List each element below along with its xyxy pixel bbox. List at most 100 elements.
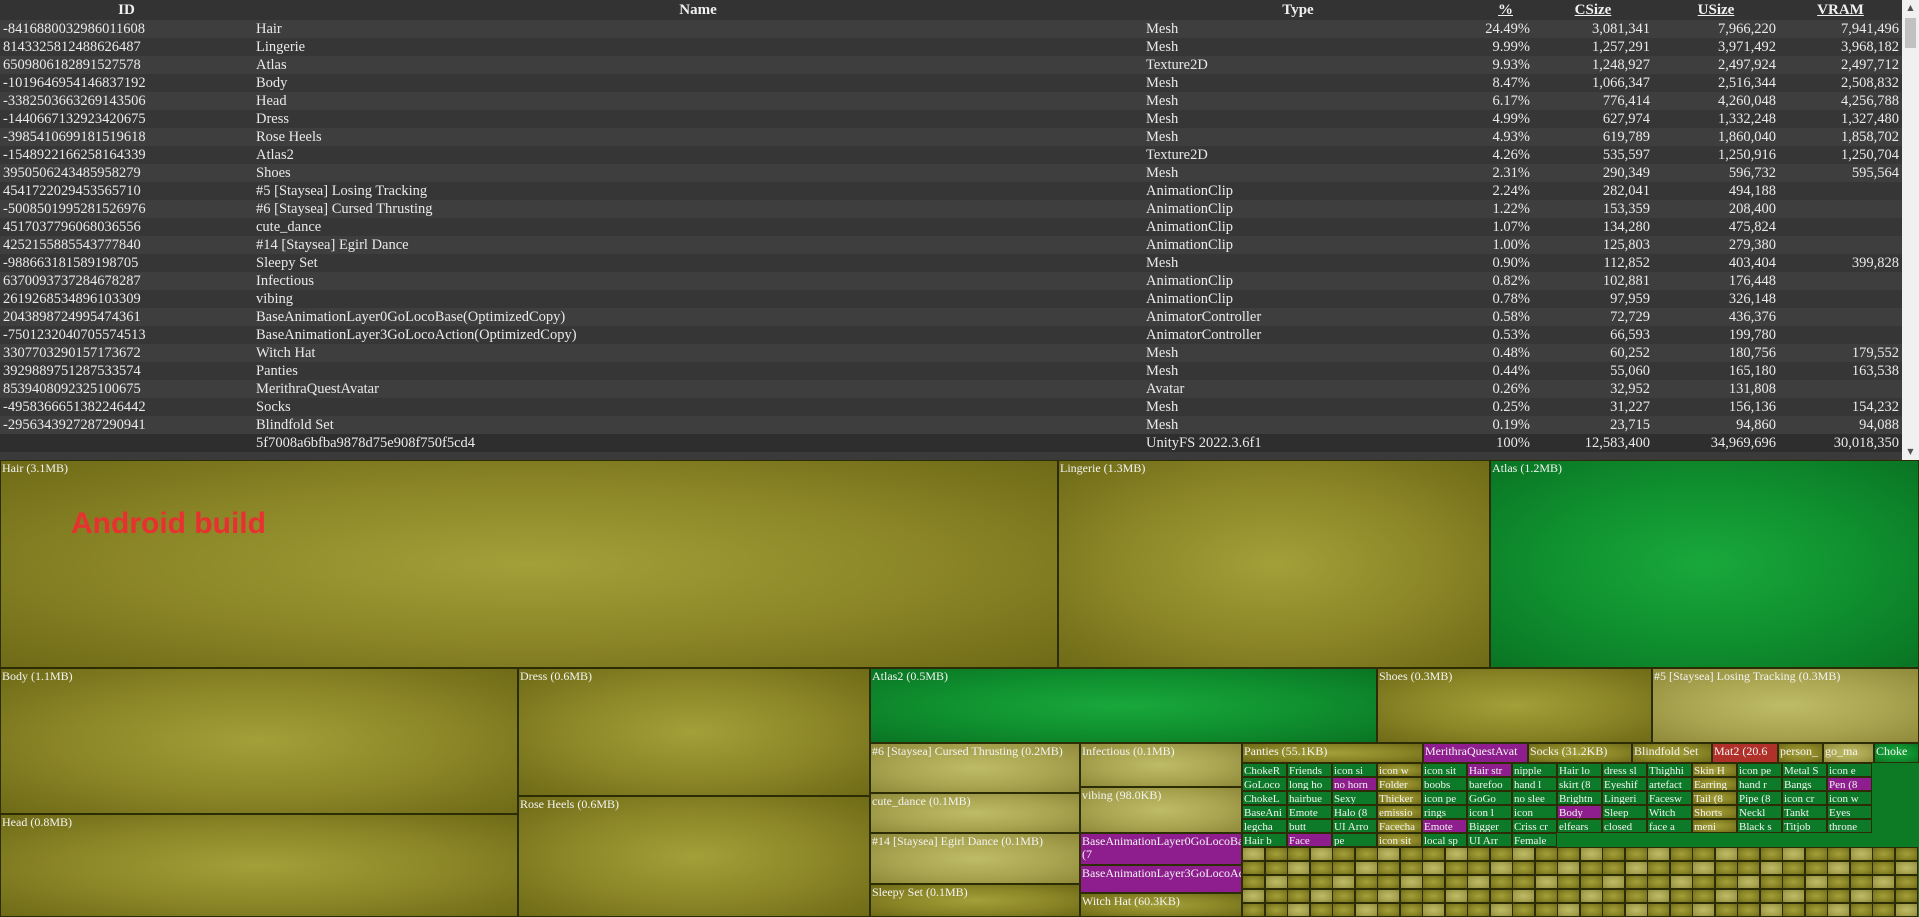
treemap-small-cell[interactable]: no slee <box>1512 791 1557 805</box>
treemap-tiny-block[interactable] <box>1242 847 1265 861</box>
treemap-tiny-block[interactable] <box>1489 847 1513 861</box>
treemap-tiny-block[interactable] <box>1804 861 1828 875</box>
treemap-tiny-block[interactable] <box>1849 861 1873 875</box>
col-header-id[interactable]: ID <box>0 0 253 20</box>
treemap-small-cell[interactable]: throne <box>1827 819 1872 833</box>
treemap-tiny-block[interactable] <box>1894 861 1918 875</box>
treemap-cell[interactable]: Witch Hat (60.3KB) <box>1080 893 1242 917</box>
treemap-tiny-block[interactable] <box>1737 889 1760 903</box>
treemap-small-cell[interactable]: Earring <box>1692 777 1737 791</box>
treemap-tiny-block[interactable] <box>1602 875 1625 889</box>
treemap-small-cell[interactable]: legcha <box>1242 819 1287 833</box>
table-row[interactable]: 4252155885543777840 #14 [Staysea] Egirl D… <box>0 236 1902 254</box>
treemap-tiny-block[interactable] <box>1827 889 1850 903</box>
treemap-tiny-block[interactable] <box>1264 861 1288 875</box>
table-row[interactable]: 3950506243485958279 Shoes Mesh 2.31% 290,349… <box>0 164 1902 182</box>
treemap-cell[interactable]: vibing (98.0KB) <box>1080 787 1242 833</box>
treemap-tiny-block[interactable] <box>1647 889 1670 903</box>
treemap-small-cell[interactable]: Hair str <box>1467 763 1512 777</box>
treemap-small-cell[interactable]: ChokeR <box>1242 763 1287 777</box>
treemap-cell[interactable]: Choke <box>1874 743 1919 763</box>
treemap-tiny-block[interactable] <box>1557 847 1580 861</box>
treemap-cell[interactable]: Infectious (0.1MB) <box>1080 743 1242 787</box>
treemap-cell[interactable]: person_ <box>1778 743 1823 763</box>
treemap-tiny-block[interactable] <box>1242 875 1265 889</box>
treemap-tiny-block[interactable] <box>1669 903 1693 917</box>
treemap-tiny-block[interactable] <box>1422 847 1445 861</box>
treemap-tiny-block[interactable] <box>1872 861 1895 875</box>
treemap-small-cell[interactable]: icon l <box>1467 805 1512 819</box>
table-row[interactable]: -2956343927287290941 Blindfold Set Mesh 0.1… <box>0 416 1902 434</box>
treemap-tiny-block[interactable] <box>1714 875 1738 889</box>
col-header-name[interactable]: Name <box>253 0 1143 20</box>
treemap-tiny-block[interactable] <box>1759 875 1783 889</box>
treemap-small-cell[interactable]: face a <box>1647 819 1692 833</box>
treemap-small-cell[interactable]: UI Arro <box>1332 819 1377 833</box>
treemap-tiny-block[interactable] <box>1849 875 1873 889</box>
treemap-small-cell[interactable]: Pen (8 <box>1827 777 1872 791</box>
treemap-cell[interactable]: Rose Heels (0.6MB) <box>518 796 870 917</box>
treemap-tiny-block[interactable] <box>1534 903 1558 917</box>
treemap-cell[interactable]: Mat2 (20.6 <box>1712 743 1778 763</box>
treemap-tiny-block[interactable] <box>1422 889 1445 903</box>
col-header-type[interactable]: Type <box>1143 0 1453 20</box>
treemap-tiny-block[interactable] <box>1422 861 1445 875</box>
treemap-small-cell[interactable]: GoGo <box>1467 791 1512 805</box>
treemap-small-cell[interactable]: icon cr <box>1782 791 1827 805</box>
treemap-tiny-block[interactable] <box>1827 847 1850 861</box>
treemap-small-cell[interactable]: Facecha <box>1377 819 1422 833</box>
treemap-tiny-block[interactable] <box>1692 875 1715 889</box>
treemap-tiny-block[interactable] <box>1737 875 1760 889</box>
treemap-tiny-block[interactable] <box>1579 889 1603 903</box>
treemap-tiny-block[interactable] <box>1422 903 1445 917</box>
treemap-tiny-block[interactable] <box>1669 847 1693 861</box>
treemap-small-cell[interactable]: emissio <box>1377 805 1422 819</box>
treemap-tiny-block[interactable] <box>1624 903 1648 917</box>
treemap-tiny-block[interactable] <box>1399 861 1423 875</box>
treemap-tiny-block[interactable] <box>1872 889 1895 903</box>
col-header-usize[interactable]: USize <box>1653 0 1779 20</box>
treemap-tiny-block[interactable] <box>1579 875 1603 889</box>
treemap-small-cell[interactable]: Thicker <box>1377 791 1422 805</box>
treemap-small-cell[interactable]: icon w <box>1377 763 1422 777</box>
treemap-tiny-block[interactable] <box>1534 875 1558 889</box>
treemap-small-cell[interactable]: ChokeL <box>1242 791 1287 805</box>
treemap-tiny-block[interactable] <box>1669 875 1693 889</box>
treemap-small-cell[interactable]: butt <box>1287 819 1332 833</box>
treemap-tiny-block[interactable] <box>1512 861 1535 875</box>
table-row[interactable]: 4541722029453565710 #5 [Staysea] Losing T… <box>0 182 1902 200</box>
treemap-small-cell[interactable]: icon pe <box>1422 791 1467 805</box>
treemap-small-cell[interactable]: nipple <box>1512 763 1557 777</box>
treemap-small-cell[interactable]: GoLoco <box>1242 777 1287 791</box>
table-total-row[interactable]: 5f7008a6bfba9878d75e908f750f5cd4 UnityFS … <box>0 434 1902 452</box>
treemap-tiny-block[interactable] <box>1827 875 1850 889</box>
treemap-small-cell[interactable]: icon pe <box>1737 763 1782 777</box>
treemap-tiny-block[interactable] <box>1782 903 1805 917</box>
treemap-small-cell[interactable]: Skin H <box>1692 763 1737 777</box>
treemap-tiny-block[interactable] <box>1309 903 1333 917</box>
treemap-tiny-block[interactable] <box>1894 903 1918 917</box>
treemap-tiny-block[interactable] <box>1872 847 1895 861</box>
table-row[interactable]: 6509806182891527578 Atlas Texture2D 9.93% 1,… <box>0 56 1902 74</box>
treemap-tiny-block[interactable] <box>1692 861 1715 875</box>
treemap-small-cell[interactable]: icon w <box>1827 791 1872 805</box>
treemap-small-cell[interactable]: BaseAni <box>1242 805 1287 819</box>
treemap-cell[interactable]: Hair (3.1MB) <box>0 460 1058 668</box>
scroll-up-icon[interactable]: ▲ <box>1902 0 1919 16</box>
treemap-tiny-block[interactable] <box>1287 903 1310 917</box>
treemap-tiny-block[interactable] <box>1399 875 1423 889</box>
treemap-tiny-block[interactable] <box>1332 903 1355 917</box>
treemap-tiny-block[interactable] <box>1489 889 1513 903</box>
table-row[interactable]: -1548922166258164339 Atlas2 Texture2D 4.26%… <box>0 146 1902 164</box>
treemap-tiny-block[interactable] <box>1444 847 1468 861</box>
scroll-thumb[interactable] <box>1905 18 1916 48</box>
treemap-small-cell[interactable]: hand l <box>1512 777 1557 791</box>
treemap-tiny-block[interactable] <box>1377 847 1400 861</box>
treemap-tiny-block[interactable] <box>1669 889 1693 903</box>
treemap-cell[interactable]: Lingerie (1.3MB) <box>1058 460 1490 668</box>
table-row[interactable]: 8539408092325100675 MerithraQuestAvatar Av… <box>0 380 1902 398</box>
treemap-tiny-block[interactable] <box>1579 847 1603 861</box>
treemap-tiny-block[interactable] <box>1354 889 1378 903</box>
treemap-small-cell[interactable]: pe <box>1332 833 1377 847</box>
treemap-cell[interactable]: Blindfold Set <box>1632 743 1712 763</box>
